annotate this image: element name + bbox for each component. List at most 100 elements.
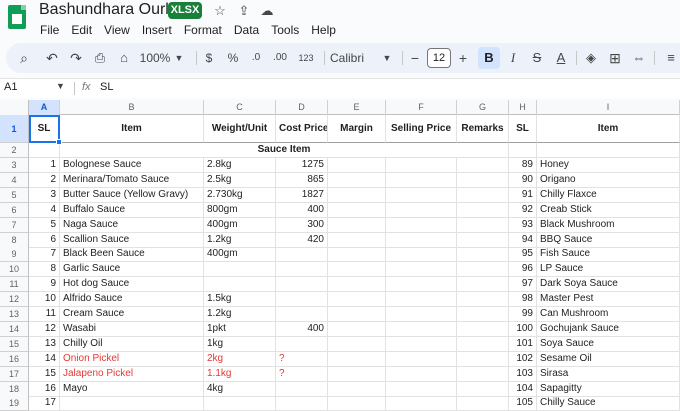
cell[interactable] <box>276 262 328 278</box>
spreadsheet-grid[interactable]: ABCDEFGHI 1 SL Item Weight/Unit Cost Price Ma… <box>0 100 680 411</box>
column-header-e[interactable]: E <box>328 100 386 115</box>
cell[interactable] <box>276 396 328 411</box>
cell[interactable] <box>386 351 457 367</box>
header-cell[interactable]: Remarks <box>457 115 509 143</box>
cell[interactable] <box>386 262 457 278</box>
percent-format-button[interactable]: % <box>226 47 240 69</box>
cell[interactable] <box>328 262 386 278</box>
cell[interactable]: 400 <box>276 321 328 337</box>
menu-help[interactable]: Help <box>305 22 342 38</box>
fill-handle[interactable] <box>56 139 62 145</box>
cell[interactable] <box>328 187 386 203</box>
cell[interactable]: 11 <box>29 307 60 322</box>
cell[interactable] <box>276 307 328 322</box>
cell[interactable]: Chilly Sauce <box>537 396 680 411</box>
cell[interactable]: 104 <box>509 381 537 397</box>
cell[interactable]: 93 <box>509 217 537 233</box>
cell[interactable]: 300 <box>276 217 328 233</box>
cell[interactable] <box>386 158 457 173</box>
cell[interactable]: Gochujank Sauce <box>537 321 680 337</box>
cell[interactable]: 97 <box>509 277 537 293</box>
row-number[interactable]: 3 <box>0 158 29 173</box>
cell[interactable] <box>457 262 509 278</box>
align-icon[interactable]: ≡ <box>662 47 680 69</box>
cell[interactable]: 100 <box>509 321 537 337</box>
cell[interactable] <box>328 336 386 352</box>
cell[interactable] <box>328 217 386 233</box>
cell[interactable]: 7 <box>29 247 60 263</box>
cell[interactable]: Merinara/Tomato Sauce <box>60 172 204 188</box>
strikethrough-icon[interactable]: S <box>528 47 546 69</box>
cell[interactable]: 14 <box>29 351 60 367</box>
cell[interactable] <box>509 143 537 158</box>
cell[interactable] <box>204 262 276 278</box>
cell[interactable]: 1 <box>29 158 60 173</box>
cell[interactable]: 98 <box>509 292 537 308</box>
cell[interactable]: 400gm <box>204 247 276 263</box>
cell[interactable]: Fish Sauce <box>537 247 680 263</box>
cell[interactable] <box>386 396 457 411</box>
header-cell[interactable]: Selling Price <box>386 115 457 143</box>
cell[interactable] <box>457 351 509 367</box>
cell[interactable] <box>537 143 680 158</box>
cell[interactable] <box>386 217 457 233</box>
cell[interactable]: Sapagitty <box>537 381 680 397</box>
more-formats-button[interactable]: 123 <box>296 47 316 69</box>
borders-icon[interactable]: ⊞ <box>606 47 624 69</box>
row-number[interactable]: 16 <box>0 351 29 367</box>
column-header-f[interactable]: F <box>386 100 457 115</box>
section-title-cell[interactable]: Sauce Item <box>60 143 509 158</box>
bold-button[interactable]: B <box>478 47 500 69</box>
cell[interactable] <box>457 321 509 337</box>
header-cell[interactable]: Item <box>60 115 204 143</box>
name-box[interactable]: A1 <box>4 81 17 93</box>
cell[interactable] <box>457 366 509 382</box>
cell[interactable] <box>457 396 509 411</box>
cell[interactable] <box>328 277 386 293</box>
font-family-select[interactable]: Calibri <box>330 47 380 69</box>
cell[interactable] <box>457 292 509 308</box>
cell[interactable]: 420 <box>276 232 328 248</box>
menu-insert[interactable]: Insert <box>136 22 178 38</box>
cell[interactable]: 95 <box>509 247 537 263</box>
cell[interactable] <box>328 366 386 382</box>
font-size-input[interactable]: 12 <box>427 48 451 68</box>
header-cell[interactable]: SL <box>509 115 537 143</box>
cell[interactable]: Naga Sauce <box>60 217 204 233</box>
cell[interactable] <box>386 336 457 352</box>
cell[interactable]: 94 <box>509 232 537 248</box>
cell[interactable]: Onion Pickel <box>60 351 204 367</box>
cell[interactable] <box>457 307 509 322</box>
cell[interactable]: 4kg <box>204 381 276 397</box>
cell[interactable]: Hot dog Sauce <box>60 277 204 293</box>
header-cell[interactable]: Cost Price <box>276 115 328 143</box>
row-number[interactable]: 15 <box>0 336 29 352</box>
cell[interactable]: 2.730kg <box>204 187 276 203</box>
column-header-b[interactable]: B <box>60 100 204 115</box>
currency-format-button[interactable]: $ <box>202 47 216 69</box>
cell[interactable]: Sesame Oil <box>537 351 680 367</box>
column-header-c[interactable]: C <box>204 100 276 115</box>
cell[interactable]: 105 <box>509 396 537 411</box>
fill-color-icon[interactable]: ◈ <box>582 47 600 69</box>
cell[interactable]: BBQ Sauce <box>537 232 680 248</box>
zoom-select[interactable]: 100% <box>138 47 172 69</box>
cell[interactable]: Black Mushroom <box>537 217 680 233</box>
row-number[interactable]: 19 <box>0 396 29 411</box>
chevron-down-icon[interactable]: ▼ <box>174 47 184 69</box>
column-header-a[interactable]: A <box>29 100 60 115</box>
cell[interactable]: 9 <box>29 277 60 293</box>
cell[interactable]: Mayo <box>60 381 204 397</box>
cell[interactable] <box>457 277 509 293</box>
cell[interactable]: 1kg <box>204 336 276 352</box>
cell[interactable]: 103 <box>509 366 537 382</box>
increase-font-size-icon[interactable]: + <box>456 47 470 69</box>
cell[interactable] <box>276 247 328 263</box>
cell[interactable]: 2kg <box>204 351 276 367</box>
redo-icon[interactable]: ↷ <box>66 47 86 69</box>
row-number[interactable]: 9 <box>0 247 29 263</box>
cell[interactable]: Honey <box>537 158 680 173</box>
menu-format[interactable]: Format <box>178 22 228 38</box>
cell[interactable] <box>386 202 457 218</box>
row-number[interactable]: 8 <box>0 232 29 248</box>
